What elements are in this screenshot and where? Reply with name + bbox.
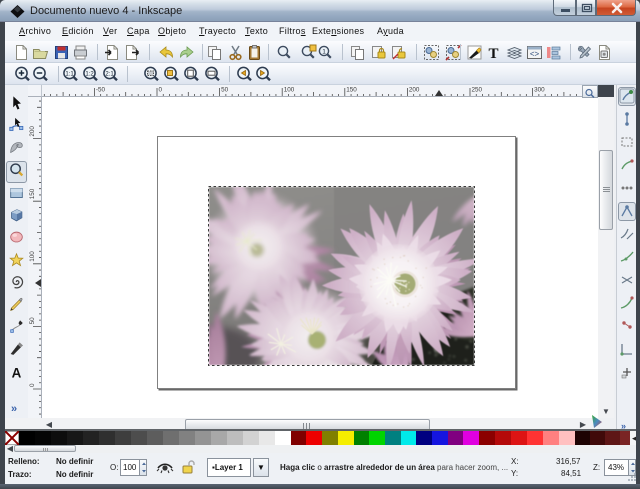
svg-text:50: 50 <box>29 317 36 325</box>
svg-text:1:2: 1:2 <box>85 71 94 77</box>
svg-text:50: 50 <box>221 87 229 94</box>
svg-text:300: 300 <box>534 87 545 94</box>
svg-text:100: 100 <box>284 87 295 94</box>
svg-text:200: 200 <box>409 87 420 94</box>
svg-text:250: 250 <box>472 87 483 94</box>
svg-text:100: 100 <box>29 251 36 262</box>
svg-text:1: 1 <box>322 49 326 56</box>
svg-text:150: 150 <box>346 87 357 94</box>
svg-text:2:1: 2:1 <box>105 71 114 77</box>
svg-text:150: 150 <box>29 188 36 199</box>
svg-text:1:1: 1:1 <box>65 71 74 77</box>
svg-text:T: T <box>488 46 498 61</box>
svg-text:0: 0 <box>29 383 36 387</box>
svg-text:-50: -50 <box>96 87 106 94</box>
svg-text:A: A <box>12 365 22 380</box>
svg-text:<>: <> <box>530 50 540 59</box>
svg-text:0: 0 <box>159 87 163 94</box>
svg-text:200: 200 <box>29 126 36 137</box>
